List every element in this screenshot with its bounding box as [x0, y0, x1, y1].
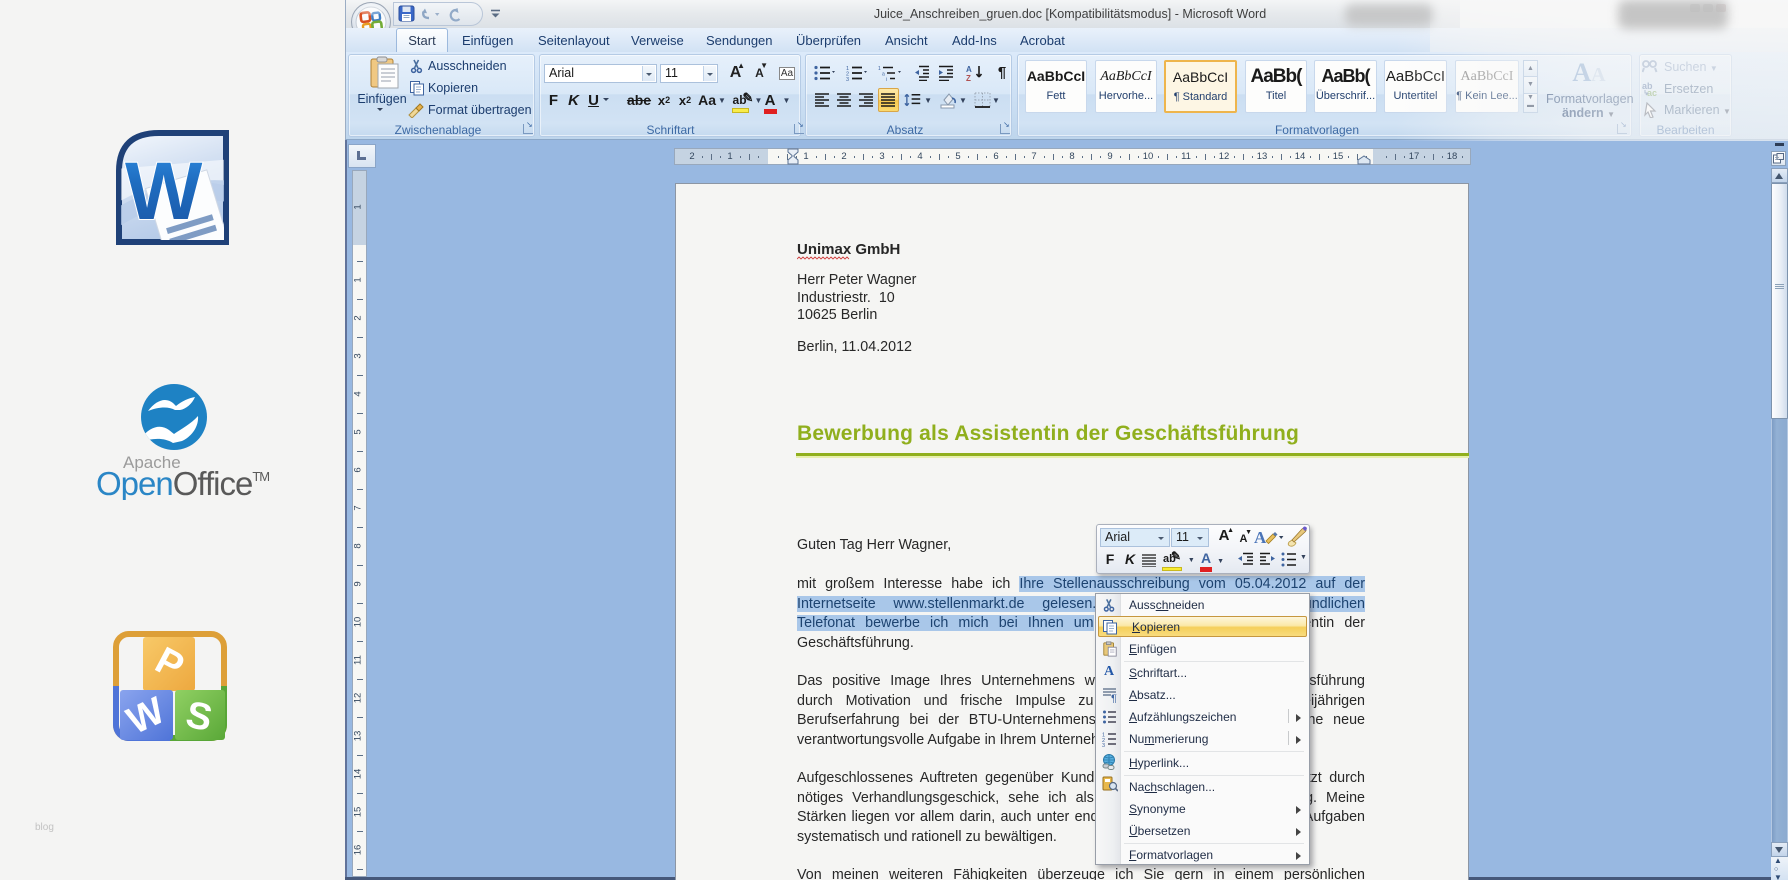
svg-text:A: A: [966, 65, 972, 74]
svg-text:W: W: [125, 146, 203, 237]
svg-text:¶: ¶: [1111, 693, 1117, 703]
svg-text:i: i: [886, 77, 887, 81]
svg-text:OpenOfficeTM: OpenOfficeTM: [96, 465, 269, 500]
svg-text:A: A: [1254, 528, 1267, 547]
svg-text:Z: Z: [966, 74, 971, 81]
svg-text:a: a: [882, 71, 885, 77]
svg-text:3: 3: [1102, 743, 1105, 747]
svg-text:3: 3: [846, 77, 849, 81]
svg-text:1: 1: [878, 66, 881, 72]
